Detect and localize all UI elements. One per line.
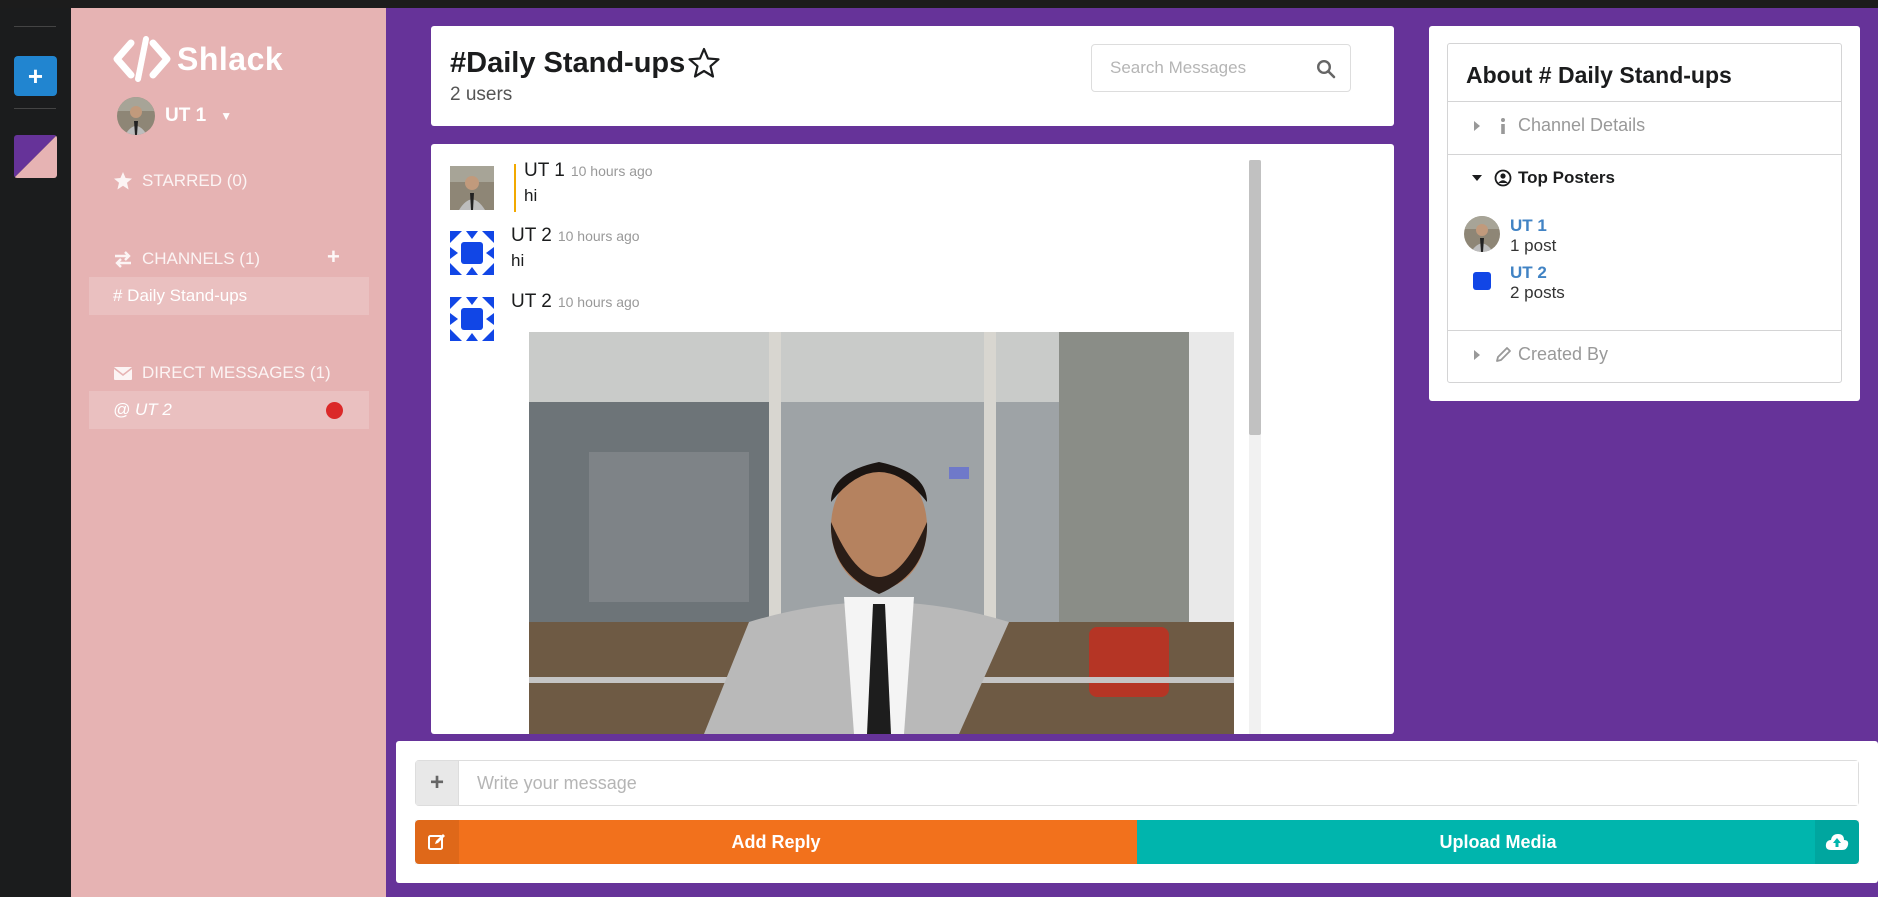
top-poster-count: 2 posts: [1510, 283, 1565, 302]
message-author-name: UT 2: [511, 291, 552, 312]
direct-messages-label: DIRECT MESSAGES (1): [142, 363, 331, 382]
starred-section: STARRED (0): [113, 171, 247, 191]
channel-title: #Daily Stand-ups: [450, 46, 721, 80]
top-poster-name[interactable]: UT 2: [1510, 263, 1565, 283]
plus-icon[interactable]: +: [416, 761, 459, 805]
add-reply-button[interactable]: Add Reply: [415, 820, 1137, 864]
avatar: [450, 297, 494, 341]
top-poster-count: 1 post: [1510, 236, 1557, 255]
star-outline-icon[interactable]: [687, 46, 721, 80]
starred-label: STARRED (0): [142, 171, 248, 190]
pencil-icon: [1496, 346, 1511, 362]
divider: [1448, 101, 1841, 102]
accordion-created-by[interactable]: Created By: [1472, 344, 1608, 365]
user-circle-icon: [1494, 169, 1512, 187]
caret-right-icon: [1474, 349, 1480, 360]
channel-item-daily-stand-ups[interactable]: # Daily Stand-ups: [89, 277, 369, 315]
mail-icon: [113, 367, 133, 380]
search-box: [1091, 44, 1351, 92]
accordion-top-posters[interactable]: Top Posters: [1472, 168, 1615, 188]
messages-header: #Daily Stand-ups 2 users: [431, 26, 1394, 126]
meta-card: About # Daily Stand-ups Channel Details …: [1447, 43, 1842, 383]
message-input[interactable]: [459, 761, 1858, 805]
avatar: [450, 231, 494, 275]
cloud-upload-icon: [1815, 820, 1859, 864]
current-user-name: UT 1: [165, 105, 207, 126]
accordion-label: Channel Details: [1518, 115, 1646, 135]
avatar: [117, 97, 155, 135]
search-icon[interactable]: [1316, 59, 1336, 79]
app-brand: Shlack: [177, 40, 284, 77]
message-text: hi: [511, 251, 525, 270]
user-count: 2 users: [450, 84, 513, 105]
direct-message-item-label: @ UT 2: [113, 400, 172, 419]
message-image[interactable]: [529, 332, 1234, 734]
message-text: hi: [524, 186, 538, 205]
add-reply-label: Add Reply: [731, 831, 821, 852]
accordion-label: Created By: [1518, 344, 1609, 364]
message-author: UT 2 10 hours ago: [511, 225, 640, 247]
direct-messages-section: DIRECT MESSAGES (1): [113, 363, 331, 383]
avatar: [1464, 263, 1500, 299]
channels-label: CHANNELS (1): [142, 249, 261, 268]
color-panel-divider: [14, 26, 56, 27]
divider: [1448, 330, 1841, 331]
message-author-name: UT 1: [524, 160, 565, 181]
info-icon: [1501, 117, 1505, 134]
channels-section: CHANNELS (1): [113, 249, 260, 269]
search-input[interactable]: [1110, 58, 1310, 78]
divider: [1448, 154, 1841, 155]
color-panel: +: [0, 8, 71, 897]
message-timestamp: 10 hours ago: [557, 228, 640, 244]
user-menu[interactable]: UT 1 ▼: [117, 97, 232, 135]
meta-panel: About # Daily Stand-ups Channel Details …: [1429, 26, 1860, 401]
upload-media-label: Upload Media: [1439, 831, 1557, 852]
message-timestamp: 10 hours ago: [557, 294, 640, 310]
message-author: UT 2 10 hours ago: [511, 291, 640, 313]
app-logo: Shlack: [113, 35, 283, 83]
message-form: + Add Reply Upload Media: [396, 741, 1878, 883]
edit-icon: [415, 820, 459, 864]
code-icon: [113, 36, 171, 82]
meta-panel-title: About # Daily Stand-ups: [1466, 62, 1732, 88]
add-channel-plus-icon[interactable]: +: [327, 244, 340, 270]
scrollbar[interactable]: [1249, 160, 1261, 734]
upload-media-button[interactable]: Upload Media: [1137, 820, 1859, 864]
self-message-indicator: [514, 164, 516, 212]
accordion-channel-details[interactable]: Channel Details: [1472, 115, 1645, 136]
top-poster-name[interactable]: UT 1: [1510, 216, 1556, 236]
scrollbar-thumb[interactable]: [1249, 160, 1261, 435]
sidebar: Shlack UT 1 ▼ STARRED (0) CHANNELS (1) +: [71, 8, 386, 897]
message-input-group: +: [415, 760, 1859, 806]
top-strip: [0, 0, 1878, 8]
status-dot: [326, 402, 343, 419]
avatar: [450, 166, 494, 210]
top-poster-item: UT 1 1 post: [1464, 216, 1556, 256]
channel-name: #Daily Stand-ups: [450, 46, 686, 79]
caret-right-icon: [1474, 120, 1480, 131]
channel-item-label: # Daily Stand-ups: [113, 286, 248, 305]
color-swatch[interactable]: [14, 135, 57, 178]
message-timestamp: 10 hours ago: [570, 163, 653, 179]
accordion-label: Top Posters: [1518, 168, 1615, 187]
exchange-icon: [115, 251, 131, 268]
caret-down-icon: [1472, 175, 1482, 181]
direct-message-item-ut2[interactable]: @ UT 2: [89, 391, 369, 429]
messages-list: UT 1 10 hours ago hi UT 2 10 hours ago hi: [431, 144, 1394, 734]
star-icon: [114, 172, 132, 190]
avatar: [1464, 216, 1500, 252]
message-author-name: UT 2: [511, 225, 552, 246]
add-color-button[interactable]: +: [14, 56, 57, 96]
top-poster-item: UT 2 2 posts: [1464, 263, 1565, 303]
color-panel-divider: [14, 108, 56, 109]
chevron-down-icon: ▼: [220, 109, 233, 123]
message-author: UT 1 10 hours ago: [524, 160, 653, 182]
